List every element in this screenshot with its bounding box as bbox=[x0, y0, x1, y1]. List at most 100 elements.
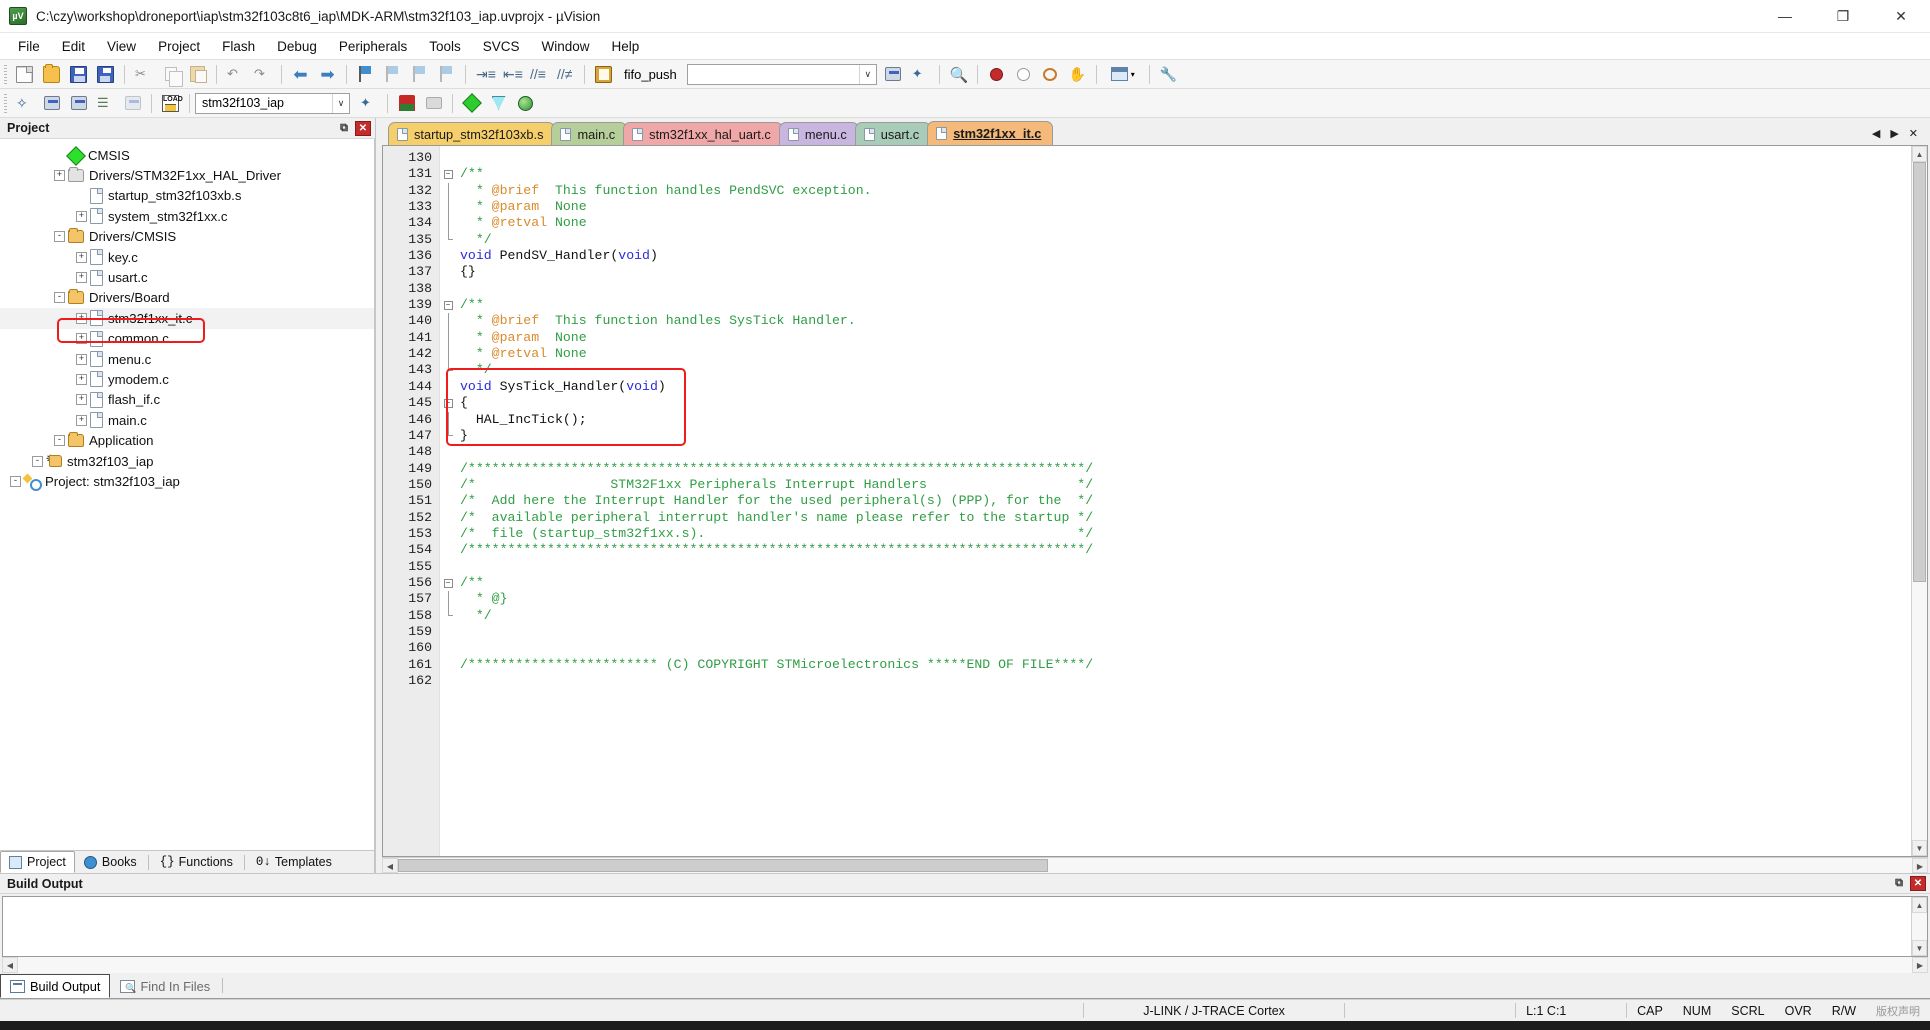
tab-build-output[interactable]: Build Output bbox=[0, 974, 111, 998]
code-editor[interactable]: 130 131 132 133 134 135 136 137 138 139 140 141 142 1… bbox=[383, 146, 1911, 856]
tab-templates[interactable]: 0↓ Templates bbox=[247, 851, 341, 873]
build-output-body[interactable]: ▲ ▼ bbox=[2, 896, 1928, 957]
kill-all-breakpoints-icon[interactable]: ✋ bbox=[1065, 62, 1090, 86]
scroll-thumb[interactable] bbox=[1913, 162, 1926, 582]
tree-item[interactable]: CMSIS bbox=[0, 145, 374, 165]
code-text[interactable]: /** * @brief This function handles PendS… bbox=[456, 146, 1911, 856]
tree-toggle-icon[interactable]: - bbox=[10, 475, 21, 487]
fold-toggle-icon[interactable]: − bbox=[440, 297, 456, 313]
pin-icon[interactable]: ⧉ bbox=[1891, 876, 1907, 892]
build-icon[interactable] bbox=[39, 91, 64, 115]
tree-toggle-icon[interactable]: + bbox=[76, 312, 87, 324]
scroll-up-icon[interactable]: ▲ bbox=[1912, 897, 1927, 913]
translate-icon[interactable]: ✧ bbox=[12, 91, 37, 115]
scroll-down-icon[interactable]: ▼ bbox=[1912, 840, 1927, 856]
menu-peripherals[interactable]: Peripherals bbox=[328, 35, 418, 58]
new-file-icon[interactable] bbox=[12, 62, 37, 86]
minimize-button[interactable]: — bbox=[1756, 0, 1814, 33]
pack-installer-icon[interactable] bbox=[459, 91, 484, 115]
scroll-left-icon[interactable]: ◀ bbox=[382, 858, 398, 873]
manage-project-items-icon[interactable] bbox=[394, 91, 419, 115]
fold-toggle-icon[interactable]: − bbox=[440, 395, 456, 411]
navigate-forward-icon[interactable]: ➡ bbox=[315, 62, 340, 86]
hscroll-track[interactable] bbox=[398, 858, 1912, 873]
editor-vertical-scrollbar[interactable]: ▲ ▼ bbox=[1911, 146, 1927, 856]
save-all-icon[interactable] bbox=[93, 62, 118, 86]
clear-bookmarks-icon[interactable] bbox=[434, 62, 459, 86]
find-icon[interactable]: 🔍 bbox=[946, 62, 971, 86]
hscroll-thumb[interactable] bbox=[398, 859, 1048, 872]
scroll-right-icon[interactable]: ▶ bbox=[1912, 858, 1928, 873]
scroll-down-icon[interactable]: ▼ bbox=[1912, 940, 1927, 956]
indent-right-icon[interactable]: ⇥≡ bbox=[472, 62, 497, 86]
tree-toggle-icon[interactable]: + bbox=[76, 272, 87, 284]
editor-tab[interactable]: startup_stm32f103xb.s bbox=[388, 122, 556, 145]
tree-item[interactable]: + ymodem.c bbox=[0, 369, 374, 389]
tree-item[interactable]: + usart.c bbox=[0, 267, 374, 287]
code-folding-column[interactable]: − − − − bbox=[440, 146, 456, 856]
tree-item[interactable]: - Application bbox=[0, 430, 374, 450]
menu-tools[interactable]: Tools bbox=[418, 35, 472, 58]
tab-project[interactable]: Project bbox=[0, 851, 75, 873]
insert-breakpoint-icon[interactable] bbox=[984, 62, 1009, 86]
editor-tab[interactable]: usart.c bbox=[854, 122, 932, 145]
tree-toggle-icon[interactable]: - bbox=[54, 435, 65, 447]
tree-item[interactable]: + menu.c bbox=[0, 349, 374, 369]
editor-tab[interactable]: menu.c bbox=[778, 122, 859, 145]
menu-edit[interactable]: Edit bbox=[51, 35, 96, 58]
tree-item[interactable]: - Drivers/Board bbox=[0, 288, 374, 308]
editor-tab[interactable]: stm32f1xx_it.c bbox=[927, 121, 1054, 145]
menu-svcs[interactable]: SVCS bbox=[472, 35, 531, 58]
tree-toggle-icon[interactable]: - bbox=[32, 455, 43, 467]
tree-toggle-icon[interactable]: + bbox=[76, 414, 87, 426]
function-browser-icon[interactable] bbox=[591, 62, 616, 86]
tab-find-in-files[interactable]: Find In Files bbox=[110, 974, 220, 998]
previous-bookmark-icon[interactable] bbox=[380, 62, 405, 86]
tree-toggle-icon[interactable]: + bbox=[76, 251, 87, 263]
tree-item[interactable]: + system_stm32f1xx.c bbox=[0, 206, 374, 226]
rebuild-icon[interactable] bbox=[66, 91, 91, 115]
fold-toggle-icon[interactable]: − bbox=[440, 166, 456, 182]
menu-project[interactable]: Project bbox=[147, 35, 211, 58]
tree-item[interactable]: + stm32f1xx_it.c bbox=[0, 308, 374, 329]
project-tree[interactable]: CMSIS + Drivers/STM32F1xx_HAL_Driver startu… bbox=[0, 139, 375, 850]
tree-item[interactable]: - Drivers/CMSIS bbox=[0, 227, 374, 247]
configuration-wizard-icon[interactable]: 🔧 bbox=[1156, 62, 1181, 86]
tree-item[interactable]: - Project: stm32f103_iap bbox=[0, 471, 374, 491]
stop-build-icon[interactable] bbox=[120, 91, 145, 115]
pin-icon[interactable]: ⧉ bbox=[336, 120, 352, 136]
disable-breakpoint-icon[interactable] bbox=[1011, 62, 1036, 86]
tree-toggle-icon[interactable]: - bbox=[54, 292, 65, 304]
scroll-track[interactable] bbox=[1912, 913, 1927, 940]
save-icon[interactable] bbox=[66, 62, 91, 86]
tab-next-icon[interactable]: ▶ bbox=[1885, 127, 1903, 140]
close-icon[interactable]: ✕ bbox=[1910, 876, 1926, 891]
open-file-icon[interactable] bbox=[39, 62, 64, 86]
download-icon[interactable]: LOAD bbox=[158, 91, 183, 115]
uncomment-block-icon[interactable]: //≠ bbox=[553, 62, 578, 86]
menu-flash[interactable]: Flash bbox=[211, 35, 266, 58]
scroll-up-icon[interactable]: ▲ bbox=[1912, 146, 1927, 162]
copy-icon[interactable] bbox=[158, 62, 183, 87]
tab-books[interactable]: Books bbox=[75, 851, 146, 873]
redo-icon[interactable]: ↷ bbox=[250, 62, 275, 86]
scroll-track[interactable] bbox=[1912, 162, 1927, 840]
maximize-button[interactable]: ❐ bbox=[1814, 0, 1872, 33]
menu-window[interactable]: Window bbox=[530, 35, 600, 58]
tree-toggle-icon[interactable]: + bbox=[76, 394, 87, 406]
disable-all-breakpoints-icon[interactable] bbox=[1038, 62, 1063, 86]
tree-item[interactable]: + flash_if.c bbox=[0, 390, 374, 410]
editor-tab[interactable]: stm32f1xx_hal_uart.c bbox=[623, 122, 783, 145]
symbol-search-combo[interactable]: ∨ bbox=[686, 63, 877, 85]
incremental-find-icon[interactable]: ✦ bbox=[908, 62, 933, 86]
menu-file[interactable]: File bbox=[7, 35, 51, 58]
tree-item[interactable]: -❋stm32f103_iap bbox=[0, 451, 374, 471]
tree-toggle-icon[interactable]: + bbox=[76, 373, 87, 385]
tree-toggle-icon[interactable]: + bbox=[76, 333, 87, 345]
scroll-left-icon[interactable]: ◀ bbox=[2, 957, 18, 973]
tree-toggle-icon[interactable]: - bbox=[54, 231, 65, 243]
multi-project-icon[interactable] bbox=[421, 91, 446, 115]
menu-debug[interactable]: Debug bbox=[266, 35, 328, 58]
toolbar-grip[interactable] bbox=[4, 93, 7, 113]
fold-toggle-icon[interactable]: − bbox=[440, 575, 456, 591]
